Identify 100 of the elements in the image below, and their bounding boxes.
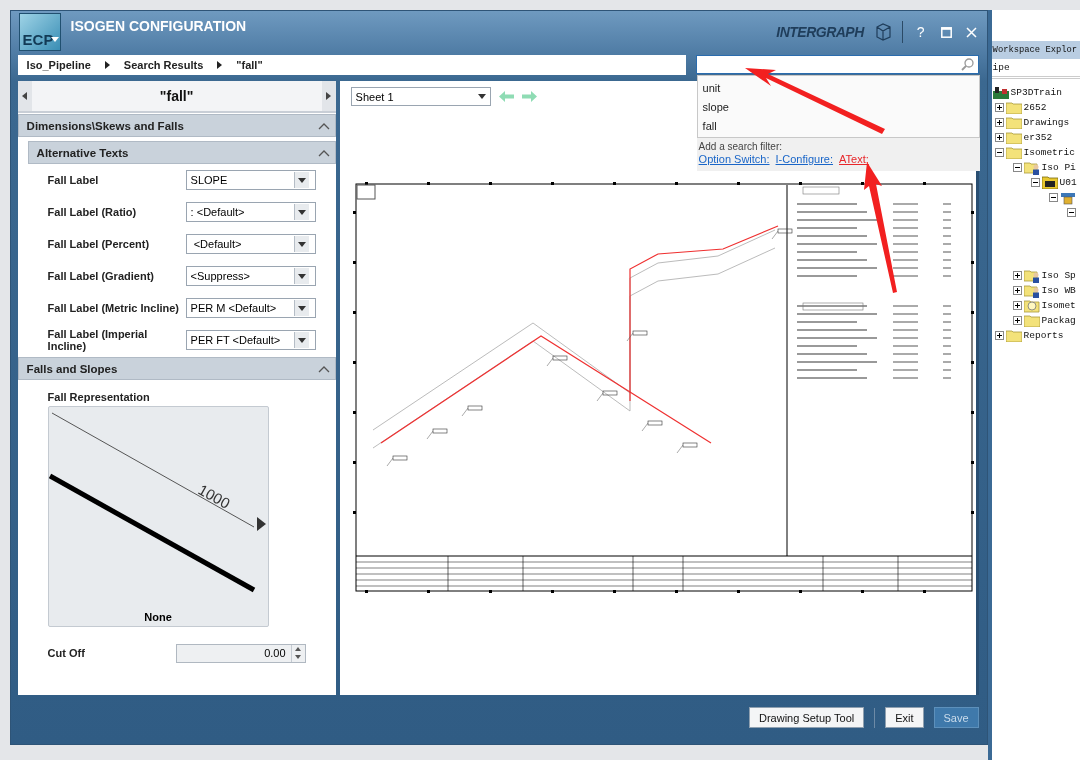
folder-icon [1005, 131, 1022, 144]
collapse-icon[interactable] [994, 148, 1004, 157]
tree-label[interactable]: er352 [1023, 132, 1053, 143]
spin-down-icon[interactable] [295, 655, 302, 660]
expand-icon[interactable] [994, 103, 1004, 112]
collapse-icon[interactable] [1048, 193, 1058, 202]
tree-label[interactable]: Isometric [1023, 147, 1075, 158]
plant-icon [992, 86, 1009, 99]
section-title: Dimensions\Skews and Falls [26, 119, 184, 132]
subsection-header[interactable]: Alternative Texts [27, 141, 336, 164]
tree-label[interactable]: Packag [1041, 315, 1076, 326]
section-header[interactable]: Falls and Slopes [17, 357, 336, 380]
spin-up-icon[interactable] [295, 646, 302, 651]
expand-icon[interactable] [994, 133, 1004, 142]
field-label: Fall Representation [46, 390, 151, 405]
folder-icon [1023, 314, 1040, 327]
sheet-dropdown[interactable]: Sheet 1 [350, 87, 491, 106]
folder-bulb-icon [1023, 298, 1040, 313]
help-button[interactable]: ? [912, 24, 929, 40]
tree-label[interactable]: SP3DTrain [1010, 87, 1062, 98]
field-label: Fall Label (Gradient) [47, 270, 155, 282]
number-field[interactable]: 0.00 [175, 643, 306, 663]
window-title: ISOGEN CONFIGURATION [70, 18, 248, 34]
caret-icon [297, 273, 306, 279]
filter-link[interactable]: I-Configure: [775, 153, 833, 165]
close-icon[interactable] [963, 24, 979, 40]
dropdown-field[interactable]: SLOPE [185, 170, 316, 190]
subsection-title: Alternative Texts [36, 146, 129, 159]
explorer-filter[interactable]: ipe [991, 59, 1080, 79]
tree-label[interactable]: Iso Sp [1041, 270, 1076, 281]
folder-user-icon [1023, 283, 1040, 298]
dropdown-field[interactable]: PER M <Default> [185, 298, 316, 318]
dropdown-field[interactable]: <Default> [185, 234, 316, 254]
caret-icon [297, 337, 306, 343]
pipe-icon [1059, 190, 1076, 205]
breadcrumb-item[interactable]: Iso_Pipeline [26, 59, 91, 71]
slope-drawing: 1000 [48, 407, 268, 607]
filter-label: Add a search filter: [697, 140, 783, 152]
folder-drawing-icon [1041, 176, 1058, 189]
tree-label[interactable]: Iso WB [1041, 285, 1076, 296]
breadcrumb-item[interactable]: Search Results [123, 59, 204, 71]
dropdown-field[interactable]: PER FT <Default> [185, 330, 316, 350]
dropdown-field[interactable]: : <Default> [185, 202, 316, 222]
maximize-icon[interactable] [938, 24, 954, 40]
dropdown-field[interactable]: <Suppress> [185, 266, 316, 286]
right-arrow-icon [326, 92, 332, 100]
expand-icon[interactable] [1012, 271, 1022, 280]
search-icon [960, 58, 974, 71]
field-label: Cut Off [47, 647, 86, 659]
folder-icon [1005, 116, 1022, 129]
collapse-icon[interactable] [1030, 178, 1040, 187]
section-header[interactable]: Dimensions\Skews and Falls [17, 114, 336, 137]
folder-user-icon [1023, 268, 1040, 283]
field-label: Fall Label (Metric Incline) [47, 302, 181, 314]
chevron-icon [217, 61, 223, 69]
tree-label[interactable]: 2652 [1023, 102, 1047, 113]
tree-label[interactable]: Iso Pi [1041, 162, 1076, 173]
tree-label[interactable]: Reports [1023, 330, 1064, 341]
folder-icon [1005, 146, 1022, 159]
tree-label[interactable]: Drawings [1023, 117, 1070, 128]
caret-icon [297, 241, 306, 247]
footer-button[interactable]: Exit [885, 707, 924, 728]
search-field[interactable] [695, 55, 979, 74]
tree-label[interactable]: U01 [1059, 177, 1077, 188]
footer-button[interactable]: Drawing Setup Tool [749, 707, 865, 728]
field-label: Fall Label (Percent) [47, 238, 151, 250]
next-button[interactable] [321, 81, 336, 111]
caret-icon [297, 209, 306, 215]
caret-icon [477, 94, 486, 99]
cube-logo-icon [873, 23, 892, 41]
tree-label[interactable]: Isomet [1041, 300, 1076, 311]
filter-link[interactable]: Option Switch: [698, 153, 770, 165]
chevron-icon [104, 61, 110, 69]
field-label: Fall Label [47, 174, 100, 186]
preview-caption: None [143, 611, 173, 623]
expand-icon[interactable] [994, 118, 1004, 127]
suggestion-item[interactable]: fall [697, 116, 722, 135]
collapse-icon[interactable] [1012, 163, 1022, 172]
expand-icon[interactable] [1012, 316, 1022, 325]
panel-title: "fall" [158, 88, 195, 104]
field-label: Fall Label (Ratio) [47, 206, 138, 218]
app-logo[interactable]: ECP [18, 13, 61, 51]
expand-icon[interactable] [1012, 301, 1022, 310]
suggestion-item[interactable]: slope [697, 97, 734, 116]
suggestion-item[interactable]: unit [697, 78, 726, 97]
caret-icon [297, 305, 306, 311]
brand-logo: INTERGRAPH [776, 24, 864, 40]
section-title: Falls and Slopes [26, 362, 118, 375]
explorer-title: Workspace Explor [991, 41, 1080, 59]
expand-icon[interactable] [994, 331, 1004, 340]
folder-icon [1005, 329, 1022, 342]
filter-link[interactable]: AText: [839, 153, 869, 165]
folder-icon [1005, 101, 1022, 114]
expand-icon[interactable] [1012, 286, 1022, 295]
folder-user-icon [1023, 160, 1040, 175]
collapse-icon[interactable] [1066, 208, 1076, 217]
field-label: Fall Label (Imperial Incline) [47, 328, 149, 352]
breadcrumb-item[interactable]: "fall" [236, 59, 263, 71]
previous-button[interactable] [17, 81, 32, 111]
fall-preview[interactable]: 1000 None [47, 406, 269, 627]
